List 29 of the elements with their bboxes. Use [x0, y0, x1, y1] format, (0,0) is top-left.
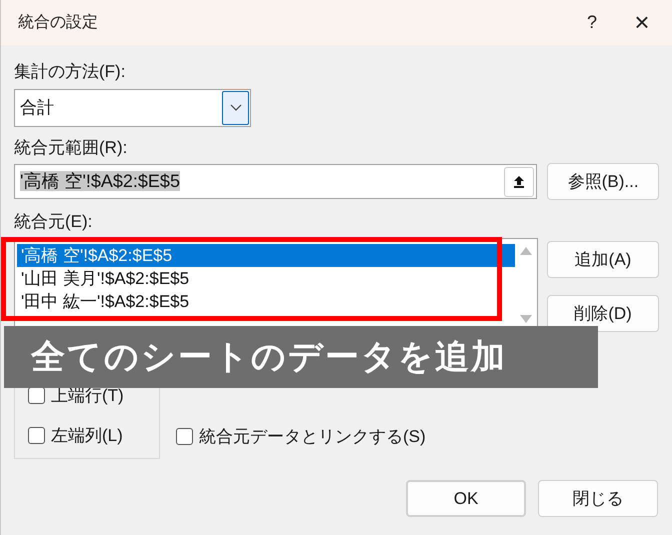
function-dropdown[interactable]: 合計 — [14, 89, 251, 127]
annotation-text: 全てのシートのデータを追加 — [31, 336, 507, 378]
field-label: 統合元範囲(R): — [14, 137, 128, 159]
collapse-button[interactable] — [504, 166, 534, 196]
checkbox-label: 上端行(T) — [51, 385, 124, 407]
source-list-item[interactable]: '山田 美月'!$A$2:$E$5 — [17, 267, 515, 290]
checkbox[interactable] — [28, 387, 45, 404]
delete-button[interactable]: 削除(D) — [547, 295, 659, 332]
close-button[interactable]: × — [612, 2, 672, 42]
window-title: 統合の設定 — [18, 12, 99, 32]
ok-button[interactable]: OK — [406, 480, 526, 517]
source-list-item[interactable]: '高橋 空'!$A$2:$E$5 — [17, 244, 515, 267]
reference-value: '高橋 空'!$A$2:$E$5 — [20, 171, 180, 191]
checkbox[interactable] — [28, 426, 45, 444]
checkbox-label: 左端列(L) — [51, 424, 123, 446]
dropdown-value: 合計 — [19, 97, 55, 120]
field-label: 統合元(E): — [14, 211, 94, 233]
reference-field[interactable]: '高橋 空'!$A$2:$E$5 — [14, 164, 538, 199]
dropdown-toggle[interactable] — [222, 91, 249, 125]
checkbox[interactable] — [176, 428, 193, 445]
help-button[interactable]: ? — [572, 2, 612, 42]
field-label: 集計の方法(F): — [14, 61, 126, 83]
source-list-item[interactable]: '田中 紘一'!$A$2:$E$5 — [17, 290, 515, 313]
add-button[interactable]: 追加(A) — [547, 241, 659, 278]
browse-button[interactable]: 参照(B)... — [547, 163, 659, 200]
upload-arrow-icon — [513, 175, 526, 188]
checkbox-label: 統合元データとリンクする(S) — [199, 426, 426, 448]
chevron-down-icon — [230, 104, 242, 112]
close-dialog-button[interactable]: 閉じる — [538, 480, 658, 517]
